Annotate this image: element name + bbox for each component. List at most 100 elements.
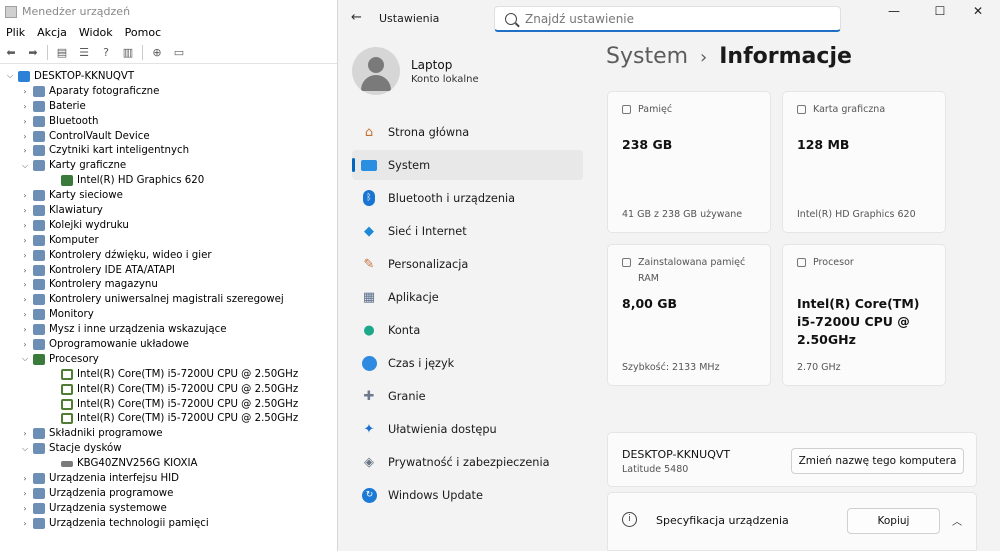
chevron-right-icon[interactable]: ›: [20, 266, 30, 275]
tree-category-item[interactable]: › Czytniki kart inteligentnych: [0, 143, 337, 158]
chevron-down-icon[interactable]: ⌵: [20, 161, 30, 171]
tree-category-item[interactable]: › Aparaty fotograficzne: [0, 84, 337, 99]
tree-category-item[interactable]: › Składniki programowe: [0, 426, 337, 441]
tree-category-item[interactable]: › Bluetooth: [0, 114, 337, 129]
nav-item-gaming[interactable]: ✚ Granie: [352, 381, 583, 411]
nav-item-label: Strona główna: [388, 125, 470, 139]
tree-category-item[interactable]: ⌵ Procesory: [0, 352, 337, 367]
search-box[interactable]: [494, 6, 841, 32]
tree-category-item[interactable]: ⌵ Karty graficzne: [0, 158, 337, 173]
tree-category-item[interactable]: ⌵ Stacje dysków: [0, 441, 337, 456]
maximize-button[interactable]: ☐: [925, 4, 955, 20]
device-spec-title: Specyfikacja urządzenia: [656, 514, 789, 527]
chevron-right-icon[interactable]: ›: [20, 221, 30, 230]
tree-category-item[interactable]: › Urządzenia interfejsu HID: [0, 471, 337, 486]
nav-item-accessibility[interactable]: ✦ Ułatwienia dostępu: [352, 414, 583, 444]
cat-device-icon: [33, 502, 45, 514]
chevron-down-icon[interactable]: ⌵: [20, 444, 30, 454]
scan-icon[interactable]: ⊕: [149, 45, 165, 60]
chevron-right-icon[interactable]: ›: [20, 87, 30, 96]
forward-icon[interactable]: ➡: [25, 45, 41, 60]
chevron-right-icon[interactable]: ›: [20, 191, 30, 200]
list-icon[interactable]: ☰: [76, 45, 92, 60]
chevron-right-icon[interactable]: ›: [20, 280, 30, 289]
chevron-right-icon[interactable]: ›: [20, 206, 30, 215]
menu-action[interactable]: Akcja: [31, 26, 73, 39]
chevron-right-icon[interactable]: ›: [20, 146, 30, 155]
tree-device-item[interactable]: Intel(R) HD Graphics 620: [0, 173, 337, 188]
tree-device-item[interactable]: Intel(R) Core(TM) i5-7200U CPU @ 2.50GHz: [0, 367, 337, 382]
chevron-down-icon[interactable]: ⌵: [5, 71, 15, 81]
chevron-right-icon[interactable]: ›: [20, 236, 30, 245]
tree-item-label: Urządzenia technologii pamięci: [49, 517, 209, 529]
tree-item-label: Mysz i inne urządzenia wskazujące: [49, 324, 227, 336]
menu-help[interactable]: Pomoc: [119, 26, 167, 39]
device-name-card: DESKTOP-KKNUQVT Latitude 5480 Zmień nazw…: [607, 432, 977, 487]
nav-item-home[interactable]: ⌂ Strona główna: [352, 117, 583, 147]
tree-category-item[interactable]: › Urządzenia programowe: [0, 486, 337, 501]
back-icon[interactable]: ⬅: [3, 45, 19, 60]
menu-view[interactable]: Widok: [73, 26, 119, 39]
chevron-right-icon[interactable]: ›: [20, 295, 30, 304]
monitor-icon[interactable]: ▭: [171, 45, 187, 60]
nav-item-network[interactable]: ◆ Sieć i Internet: [352, 216, 583, 246]
device-spec-section[interactable]: i Specyfikacja urządzenia Kopiuj ︿: [607, 492, 977, 551]
nav-item-time[interactable]: Czas i język: [352, 348, 583, 378]
chevron-right-icon[interactable]: ›: [20, 117, 30, 126]
tree-category-item[interactable]: › Urządzenia technologii pamięci: [0, 516, 337, 531]
chevron-down-icon[interactable]: ⌵: [20, 354, 30, 364]
tree-device-item[interactable]: Intel(R) Core(TM) i5-7200U CPU @ 2.50GHz: [0, 397, 337, 412]
chevron-right-icon[interactable]: ›: [20, 429, 30, 438]
tree-item-label: Urządzenia programowe: [49, 487, 174, 499]
chevron-right-icon[interactable]: ›: [20, 504, 30, 513]
menu-file[interactable]: Plik: [0, 26, 31, 39]
tree-item-label: Intel(R) Core(TM) i5-7200U CPU @ 2.50GHz: [77, 383, 299, 395]
nav-item-update[interactable]: ↻ Windows Update: [352, 480, 583, 510]
copy-button[interactable]: Kopiuj: [847, 508, 940, 534]
tree-category-item[interactable]: › Urządzenia systemowe: [0, 501, 337, 516]
chevron-right-icon[interactable]: ›: [20, 325, 30, 334]
tree-device-item[interactable]: Intel(R) Core(TM) i5-7200U CPU @ 2.50GHz: [0, 411, 337, 426]
chevron-right-icon[interactable]: ›: [20, 251, 30, 260]
tree-category-item[interactable]: › Kontrolery magazynu: [0, 277, 337, 292]
nav-item-apps[interactable]: ▦ Aplikacje: [352, 282, 583, 312]
nav-item-personalization[interactable]: ✎ Personalizacja: [352, 249, 583, 279]
chevron-right-icon[interactable]: ›: [20, 519, 30, 528]
properties-icon[interactable]: ▤: [54, 45, 70, 60]
nav-item-system[interactable]: System: [352, 150, 583, 180]
tree-category-item[interactable]: › ControlVault Device: [0, 129, 337, 144]
tree-category-item[interactable]: › Kolejki wydruku: [0, 218, 337, 233]
nav-item-privacy[interactable]: ◈ Prywatność i zabezpieczenia: [352, 447, 583, 477]
chevron-up-icon[interactable]: ︿: [952, 513, 962, 528]
chevron-right-icon[interactable]: ›: [20, 489, 30, 498]
minimize-button[interactable]: —: [879, 4, 909, 20]
back-arrow-icon[interactable]: ←: [351, 10, 362, 25]
rename-computer-button[interactable]: Zmień nazwę tego komputera: [791, 448, 964, 474]
tree-category-item[interactable]: › Karty sieciowe: [0, 188, 337, 203]
tree-category-item[interactable]: › Baterie: [0, 99, 337, 114]
tree-category-item[interactable]: › Kontrolery IDE ATA/ATAPI: [0, 263, 337, 278]
tree-category-item[interactable]: › Klawiatury: [0, 203, 337, 218]
chevron-right-icon[interactable]: ›: [20, 474, 30, 483]
help-icon[interactable]: ?: [98, 45, 114, 60]
tree-category-item[interactable]: › Kontrolery uniwersalnej magistrali szer…: [0, 292, 337, 307]
tree-category-item[interactable]: ⌵ DESKTOP-KKNUQVT: [0, 69, 337, 84]
close-button[interactable]: ✕: [963, 4, 993, 20]
chevron-right-icon[interactable]: ›: [20, 102, 30, 111]
list-icon[interactable]: ▥: [120, 45, 136, 60]
tree-category-item[interactable]: › Oprogramowanie układowe: [0, 337, 337, 352]
nav-item-accounts[interactable]: ● Konta: [352, 315, 583, 345]
tree-device-item[interactable]: KBG40ZNV256G KIOXIA: [0, 456, 337, 471]
chevron-right-icon[interactable]: ›: [20, 310, 30, 319]
chevron-right-icon[interactable]: ›: [20, 132, 30, 141]
chevron-right-icon[interactable]: ›: [20, 340, 30, 349]
tree-category-item[interactable]: › Monitory: [0, 307, 337, 322]
tree-category-item[interactable]: › Komputer: [0, 233, 337, 248]
tree-category-item[interactable]: › Mysz i inne urządzenia wskazujące: [0, 322, 337, 337]
search-input[interactable]: [525, 11, 825, 26]
tree-category-item[interactable]: › Kontrolery dźwięku, wideo i gier: [0, 248, 337, 263]
profile-card[interactable]: Laptop Konto lokalne: [352, 46, 479, 96]
tree-device-item[interactable]: Intel(R) Core(TM) i5-7200U CPU @ 2.50GHz: [0, 382, 337, 397]
nav-item-bluetooth[interactable]: ᛒ Bluetooth i urządzenia: [352, 183, 583, 213]
breadcrumb-parent[interactable]: System: [606, 44, 688, 69]
